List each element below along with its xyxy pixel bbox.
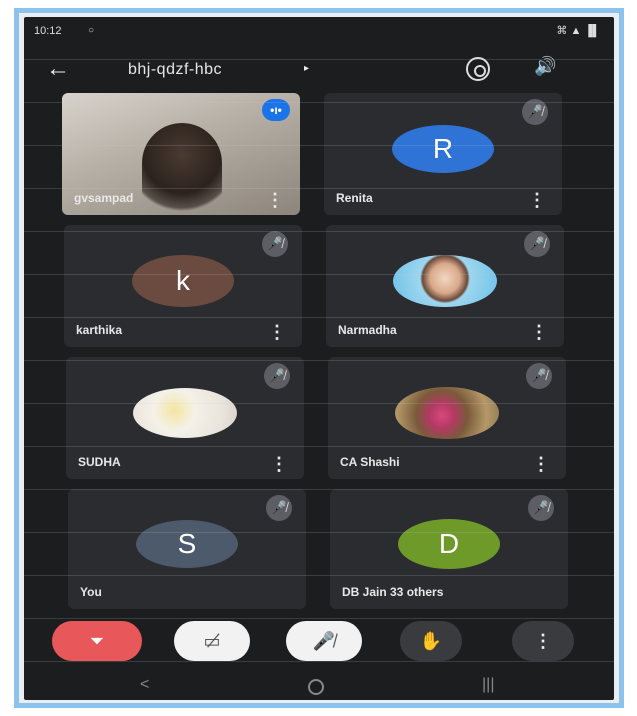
nav-recents-icon[interactable]: ||| xyxy=(482,676,494,694)
more-vertical-icon: ⋮ xyxy=(534,630,552,651)
participant-tile-sudha[interactable]: 🎤̸ SUDHA ⋮ xyxy=(66,357,304,479)
more-options-icon[interactable]: ⋮ xyxy=(528,191,546,209)
mic-muted-icon: 🎤̸ xyxy=(526,363,552,389)
avatar-photo xyxy=(395,387,499,440)
camera-off-icon: ▭̸ xyxy=(203,630,221,651)
participant-name: DB Jain 33 others xyxy=(342,585,444,599)
participant-name: gvsampad xyxy=(74,191,134,205)
participant-tile-you[interactable]: 🎤̸ S You xyxy=(68,489,306,609)
more-options-icon[interactable]: ⋮ xyxy=(266,191,284,209)
more-options-icon[interactable]: ⋮ xyxy=(532,455,550,473)
participant-tile-ca-shashi[interactable]: 🎤̸ CA Shashi ⋮ xyxy=(328,357,566,479)
avatar-initial: D xyxy=(398,519,500,570)
hand-icon: ✋ xyxy=(419,630,443,651)
back-arrow-icon[interactable]: ← xyxy=(46,57,70,81)
participant-video-person xyxy=(142,123,222,213)
more-options-icon[interactable]: ⋮ xyxy=(268,323,286,341)
avatar-photo xyxy=(133,388,237,439)
avatar-initial: k xyxy=(132,255,234,308)
mic-muted-icon: 🎤̸ xyxy=(522,99,548,125)
meeting-header: ← bhj-qdzf-hbc ▸ 🔊 xyxy=(24,51,614,91)
hang-up-icon: ⏷ xyxy=(89,630,105,651)
mic-muted-icon: 🎤̸ xyxy=(524,231,550,257)
speaker-icon[interactable]: 🔊 xyxy=(534,56,556,77)
camera-toggle-button[interactable]: ▭̸ xyxy=(174,621,250,661)
nav-home-icon[interactable] xyxy=(308,679,324,695)
avatar-photo xyxy=(393,255,497,308)
nav-back-icon[interactable]: < xyxy=(140,676,149,694)
status-indicator-icon: ○ xyxy=(88,25,95,36)
mic-off-icon: 🎤̸ xyxy=(312,630,336,651)
avatar-letter: D xyxy=(438,528,460,560)
mic-muted-icon: 🎤̸ xyxy=(266,495,292,521)
participant-name: SUDHA xyxy=(78,455,121,469)
avatar-letter: R xyxy=(432,133,454,165)
avatar-initial: S xyxy=(136,520,238,569)
status-bar: 10:12 ○ ⌘ ▲ ▐▌ xyxy=(24,17,614,47)
speaking-indicator-icon: •ı• xyxy=(262,99,290,121)
participant-tile-narmadha[interactable]: 🎤̸ Narmadha ⋮ xyxy=(326,225,564,347)
end-call-button[interactable]: ⏷ xyxy=(52,621,142,661)
more-options-icon[interactable]: ⋮ xyxy=(530,323,548,341)
mic-muted-icon: 🎤̸ xyxy=(528,495,554,521)
caret-right-icon[interactable]: ▸ xyxy=(304,63,309,74)
meeting-code-title[interactable]: bhj-qdzf-hbc xyxy=(128,61,222,79)
call-controls: ⏷ ▭̸ 🎤̸ ✋ ⋮ xyxy=(24,617,614,667)
mic-muted-icon: 🎤̸ xyxy=(262,231,288,257)
participant-tile-gvsampad[interactable]: •ı• gvsampad ⋮ xyxy=(62,93,300,215)
mic-muted-icon: 🎤̸ xyxy=(264,363,290,389)
participant-name: karthika xyxy=(76,323,123,337)
participant-name: CA Shashi xyxy=(340,455,400,469)
avatar-initial: R xyxy=(392,125,494,174)
participant-tile-others[interactable]: 🎤̸ D DB Jain 33 others xyxy=(330,489,568,609)
status-time: 10:12 xyxy=(34,25,62,37)
more-options-button[interactable]: ⋮ xyxy=(512,621,574,661)
system-status-icons: ⌘ ▲ ▐▌ xyxy=(556,25,600,37)
more-options-icon[interactable]: ⋮ xyxy=(270,455,288,473)
raise-hand-button[interactable]: ✋ xyxy=(400,621,462,661)
participant-name: Renita xyxy=(336,191,373,205)
participant-tile-karthika[interactable]: 🎤̸ k karthika ⋮ xyxy=(64,225,302,347)
avatar-letter: k xyxy=(176,265,190,297)
participant-name: You xyxy=(80,585,102,599)
switch-camera-icon[interactable] xyxy=(466,57,490,81)
participant-tile-renita[interactable]: 🎤̸ R Renita ⋮ xyxy=(324,93,562,215)
phone-screen: 10:12 ○ ⌘ ▲ ▐▌ ← bhj-qdzf-hbc ▸ 🔊 •ı• gv… xyxy=(24,17,614,700)
system-nav-bar: < ||| xyxy=(24,673,614,700)
participant-name: Narmadha xyxy=(338,323,397,337)
mic-toggle-button[interactable]: 🎤̸ xyxy=(286,621,362,661)
avatar-letter: S xyxy=(177,528,197,560)
